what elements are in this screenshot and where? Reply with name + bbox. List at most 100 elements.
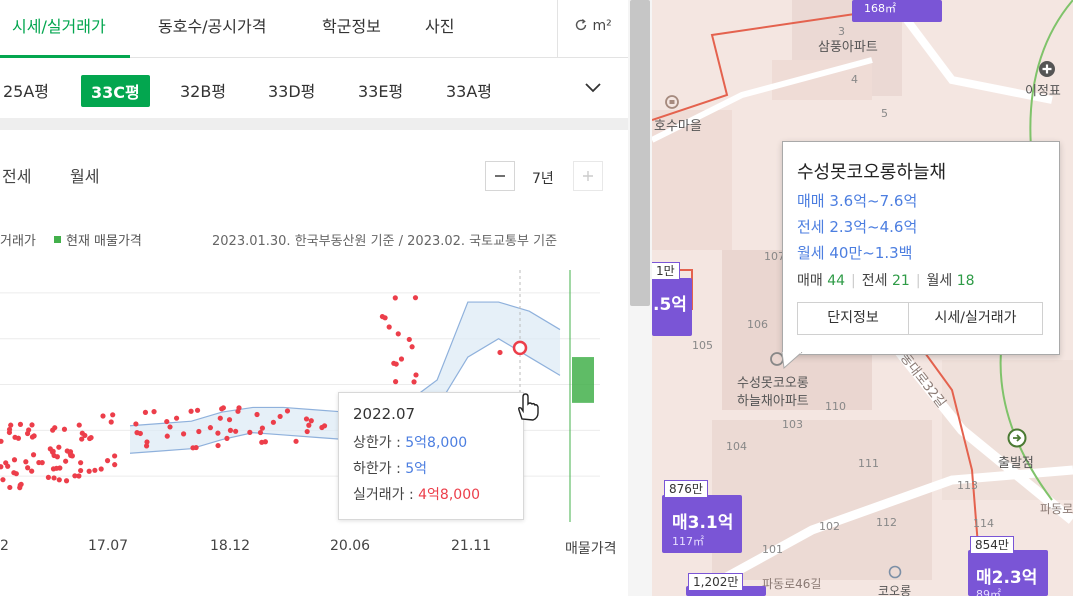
x-tick-label: 매물가격 <box>565 541 617 557</box>
map-building-number: 112 <box>876 516 897 529</box>
transaction-point <box>56 444 62 450</box>
price-tag-b[interactable]: 매2.3억 89㎡ <box>968 550 1048 596</box>
transaction-point <box>63 478 70 484</box>
period-decrease-button[interactable] <box>485 161 515 191</box>
transaction-point <box>52 425 58 431</box>
transaction-point <box>110 412 116 418</box>
map-label-ijeongpyo: 이정표 <box>1025 84 1061 99</box>
transaction-point <box>220 405 226 411</box>
legend-current: 현재 매물가격 <box>66 234 142 249</box>
tooltip-lower: 하한가 : 5억 <box>353 461 428 477</box>
transaction-point <box>259 425 266 431</box>
transaction-point <box>406 336 412 343</box>
selected-point <box>512 340 528 356</box>
map-building-number: 104 <box>726 440 747 453</box>
basis-note: 2023.01.30. 한국부동산원 기준 / 2023.02. 국토교통부 기… <box>212 234 558 249</box>
tab-school[interactable]: 학군정보 <box>322 13 381 37</box>
pyeong-33e[interactable]: 33E평 <box>358 78 403 102</box>
transaction-point <box>17 485 23 491</box>
price-tag-main: .5억 <box>653 295 687 315</box>
price-tag-top-value: 1,202만 <box>688 573 744 591</box>
x-tick-label: 21.11 <box>451 538 492 554</box>
transaction-point <box>13 471 19 477</box>
transaction-point <box>180 431 187 437</box>
transaction-point <box>82 432 88 439</box>
pyeong-25a[interactable]: 25A평 <box>3 78 49 102</box>
hand-cursor-icon <box>518 393 539 421</box>
transaction-point <box>92 467 98 473</box>
map-building-number: 4 <box>851 73 858 86</box>
transaction-point <box>392 295 398 301</box>
map-label-hosumaeul: 호수마을 <box>654 119 702 134</box>
price-panel: 시세/실거래가 동호수/공시가격 학군정보 사진 m² 25A평 33C평 32… <box>0 0 628 596</box>
transaction-point <box>224 435 230 441</box>
tab-monthly[interactable]: 월세 <box>70 163 99 187</box>
tab-jeonse[interactable]: 전세 <box>2 163 31 187</box>
transaction-point <box>61 426 68 432</box>
transaction-point <box>53 465 60 471</box>
transaction-point <box>233 428 239 434</box>
transaction-point <box>5 463 11 469</box>
transaction-point <box>78 467 84 474</box>
map-label-padong46: 파동로46길 <box>762 577 822 591</box>
transaction-point <box>393 379 399 385</box>
map-label-samphung: 삼풍아파트 <box>818 40 878 55</box>
transaction-point <box>215 430 221 436</box>
transaction-point <box>29 434 36 440</box>
tooltip-upper: 상한가 : 5억8,000 <box>353 435 468 451</box>
transaction-point <box>25 465 31 471</box>
transaction-point <box>0 477 6 483</box>
price-tag-top[interactable]: 168㎡ <box>852 0 942 22</box>
map-building-number: 111 <box>858 457 879 470</box>
transaction-point <box>7 484 13 491</box>
map-building-number: 110 <box>825 400 846 413</box>
popup-sale-range: 매매 3.6억~7.6억 <box>797 192 918 210</box>
price-tag-top-value: 854만 <box>970 536 1014 554</box>
map-label-padong: 파동로 <box>1040 502 1073 516</box>
unit-toggle-button[interactable]: m² <box>574 18 612 34</box>
period-value: 7년 <box>532 171 554 187</box>
transaction-point <box>56 477 62 483</box>
unit-label: m² <box>592 18 612 34</box>
complex-info-button[interactable]: 단지정보 <box>798 303 909 334</box>
pyeong-33c[interactable]: 33C평 <box>81 75 150 107</box>
tooltip-actual: 실거래가 : 4억8,000 <box>353 487 481 503</box>
pyeong-32b[interactable]: 32B평 <box>180 78 226 102</box>
tab-price[interactable]: 시세/실거래가 <box>12 13 106 37</box>
map-building-number: 105 <box>692 339 713 352</box>
pyeong-33d[interactable]: 33D평 <box>268 78 315 102</box>
price-tag-left[interactable]: .5억 <box>652 278 692 336</box>
popup-listing-counts: 매매 44 | 전세 21 | 월세 18 <box>797 273 975 289</box>
current-listing-bar <box>572 357 594 403</box>
map-label-exit: 출발점 <box>998 456 1034 471</box>
transaction-point <box>86 468 92 474</box>
price-tag-a[interactable]: 매3.1억 117㎡ <box>662 495 742 553</box>
transaction-point <box>134 430 140 436</box>
transaction-point <box>29 468 35 474</box>
transaction-point <box>254 411 260 418</box>
price-history-button[interactable]: 시세/실거래가 <box>909 303 1042 334</box>
transaction-point <box>164 418 170 425</box>
x-tick-label: 18.12 <box>210 538 251 554</box>
tab-photo[interactable]: 사진 <box>425 13 454 37</box>
transaction-point <box>257 429 264 436</box>
transaction-point <box>304 428 310 435</box>
divider <box>557 0 558 57</box>
pyeong-33a[interactable]: 33A평 <box>446 78 492 102</box>
price-tag-area: 168㎡ <box>864 2 896 15</box>
panel-scroll-thumb[interactable] <box>630 0 650 306</box>
transaction-point <box>24 430 31 437</box>
transaction-point <box>395 331 401 337</box>
tab-unit-price[interactable]: 동호수/공시가격 <box>158 13 266 37</box>
complex-info-popup: 수성못코오롱하늘채 매매 3.6억~7.6억 전세 2.3억~4.6억 월세 4… <box>782 141 1060 355</box>
period-increase-button[interactable] <box>573 161 603 191</box>
transaction-point <box>29 422 35 428</box>
transaction-point <box>142 409 149 415</box>
chevron-down-icon[interactable] <box>585 83 601 93</box>
popup-pointer <box>781 352 803 370</box>
price-tag-main: 매3.1억 <box>672 513 734 533</box>
transaction-point <box>87 435 93 442</box>
map-building-number: 106 <box>747 318 768 331</box>
transaction-point <box>215 442 221 449</box>
tooltip-date: 2022.07 <box>353 405 416 423</box>
